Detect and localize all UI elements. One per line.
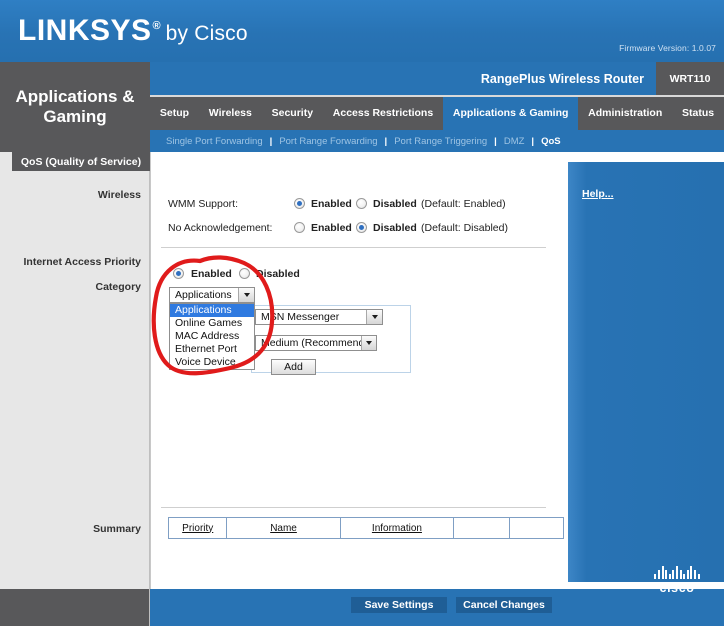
dropdown-option-voice-device[interactable]: Voice Device: [170, 356, 254, 369]
column-header-name: Name: [226, 517, 341, 539]
wmm-enabled-radio[interactable]: [294, 198, 305, 209]
category-select[interactable]: Applications: [169, 287, 255, 303]
tab-security[interactable]: Security: [262, 97, 323, 130]
tab-setup[interactable]: Setup: [150, 97, 199, 130]
priority-select[interactable]: Medium (Recommend): [255, 335, 377, 351]
tab-setup-label: Setup: [159, 107, 190, 120]
subtab-single-port-forwarding[interactable]: Single Port Forwarding: [166, 136, 263, 147]
noack-disabled-radio[interactable]: [356, 222, 367, 233]
dropdown-option-applications[interactable]: Applications: [170, 304, 254, 317]
page-title-line1: Applications &: [15, 86, 135, 106]
internet-priority-disabled-label: Disabled: [256, 268, 300, 280]
linksys-wordmark: LINKSYS: [18, 14, 152, 47]
subtab-port-range-forwarding[interactable]: Port Range Forwarding: [279, 136, 377, 147]
model-bar: RangePlus Wireless Router WRT110: [150, 62, 724, 95]
chevron-down-icon: [360, 336, 376, 350]
application-select[interactable]: MSN Messenger: [255, 309, 383, 325]
model-name: RangePlus Wireless Router: [150, 62, 656, 95]
tab-access-restrictions-label: Access Restrictions: [332, 107, 434, 120]
priority-select-value: Medium (Recommend): [261, 337, 361, 349]
footer-bar: Save Settings Cancel Changes: [150, 589, 724, 626]
subtab-separator: |: [269, 135, 273, 147]
tab-wireless-label: Wireless: [208, 107, 252, 120]
wmm-enabled-label: Enabled: [311, 198, 352, 210]
wmm-default-note: (Default: Enabled): [421, 198, 506, 210]
section-divider: [161, 247, 546, 248]
wmm-disabled-radio[interactable]: [356, 198, 367, 209]
firmware-version: Firmware Version: 1.0.07: [619, 43, 716, 53]
tab-wireless[interactable]: Wireless: [199, 97, 262, 130]
subtab-port-range-triggering[interactable]: Port Range Triggering: [394, 136, 487, 147]
tab-applications-gaming[interactable]: Applications & Gaming: [443, 97, 579, 130]
tab-status-label: Status: [681, 107, 715, 120]
brand-bar: LINKSYS ® by Cisco Firmware Version: 1.0…: [0, 0, 724, 62]
label-summary: Summary: [93, 523, 141, 535]
cisco-bars-icon: [644, 566, 710, 579]
wmm-support-label: WMM Support:: [168, 198, 239, 210]
summary-divider: [161, 507, 546, 508]
section-header-qos: QoS (Quality of Service): [12, 152, 150, 171]
column-header-blank-1: [453, 517, 511, 539]
dropdown-option-online-games[interactable]: Online Games: [170, 317, 254, 330]
label-wireless: Wireless: [97, 189, 141, 201]
save-settings-button[interactable]: Save Settings: [350, 596, 448, 614]
help-panel: Help...: [568, 162, 724, 582]
router-admin-page: LINKSYS ® by Cisco Firmware Version: 1.0…: [0, 0, 724, 626]
model-number: WRT110: [669, 72, 711, 85]
page-title: Applications & Gaming: [0, 62, 150, 152]
column-header-information: Information: [339, 517, 455, 539]
label-internet-access-priority: Internet Access Priority: [23, 256, 142, 268]
subtab-qos[interactable]: QoS: [541, 136, 561, 147]
page-title-line2: Gaming: [43, 107, 107, 126]
no-acknowledgement-label: No Acknowledgement:: [168, 222, 273, 234]
chevron-down-icon: [238, 288, 254, 302]
application-select-value: MSN Messenger: [261, 311, 340, 323]
tab-access-restrictions[interactable]: Access Restrictions: [323, 97, 443, 130]
linksys-logo: LINKSYS ® by Cisco: [18, 14, 248, 48]
noack-enabled-radio[interactable]: [294, 222, 305, 233]
right-column: Help...: [564, 152, 724, 589]
add-button[interactable]: Add: [271, 359, 316, 375]
tab-applications-gaming-label: Applications & Gaming: [452, 107, 569, 120]
internet-priority-disabled-radio[interactable]: [239, 268, 250, 279]
main-tab-strip: Setup Wireless Security Access Restricti…: [150, 95, 724, 130]
category-dropdown-list[interactable]: Applications Online Games MAC Address Et…: [169, 303, 255, 370]
column-header-blank-2: [509, 517, 564, 539]
label-category: Category: [95, 281, 141, 293]
internet-priority-enabled-label: Enabled: [191, 268, 232, 280]
category-select-value: Applications: [175, 289, 232, 301]
tab-administration-label: Administration: [588, 107, 663, 120]
registered-trademark-icon: ®: [152, 20, 161, 32]
tab-status[interactable]: Status: [672, 97, 724, 130]
footer-left-block: [0, 589, 150, 626]
subtab-separator: |: [531, 135, 535, 147]
dropdown-option-ethernet-port[interactable]: Ethernet Port: [170, 343, 254, 356]
subtab-separator: |: [494, 135, 497, 147]
noack-default-note: (Default: Disabled): [421, 222, 508, 234]
help-link[interactable]: Help...: [582, 188, 614, 200]
left-sidebar: QoS (Quality of Service) Wireless Intern…: [0, 152, 150, 589]
noack-enabled-label: Enabled: [311, 222, 352, 234]
noack-disabled-label: Disabled: [373, 222, 417, 234]
tab-security-label: Security: [271, 107, 314, 120]
cisco-wordmark: cisco: [659, 581, 695, 595]
column-header-priority: Priority: [167, 517, 228, 539]
table-header-row: Priority Name Information: [167, 517, 564, 539]
tab-administration[interactable]: Administration: [578, 97, 672, 130]
subtab-separator: |: [384, 135, 388, 147]
cancel-changes-button[interactable]: Cancel Changes: [455, 596, 553, 614]
internet-priority-enabled-radio[interactable]: [173, 268, 184, 279]
summary-table: Priority Name Information: [167, 517, 564, 539]
subtab-dmz[interactable]: DMZ: [504, 136, 525, 147]
wmm-disabled-label: Disabled: [373, 198, 417, 210]
cisco-logo: cisco: [644, 566, 710, 595]
sub-tab-strip: Single Port Forwarding | Port Range Forw…: [150, 130, 724, 152]
dropdown-option-mac-address[interactable]: MAC Address: [170, 330, 254, 343]
main-content: WMM Support: Enabled Disabled (Default: …: [150, 152, 564, 589]
by-cisco-text: by Cisco: [165, 22, 248, 45]
chevron-down-icon: [366, 310, 382, 324]
